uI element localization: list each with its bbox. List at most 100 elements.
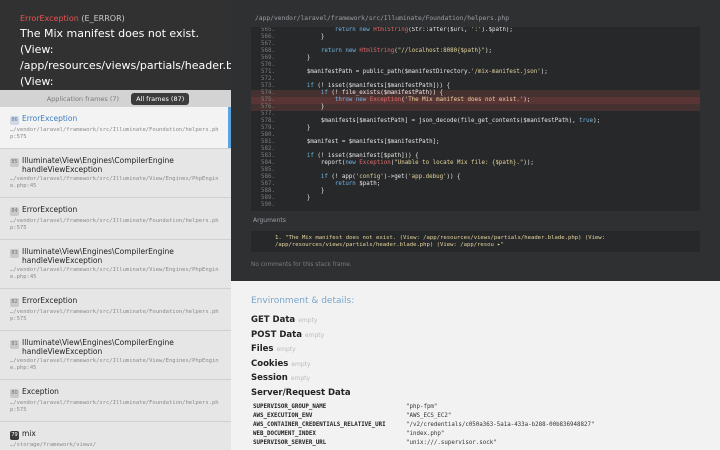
arguments-box: 1. "The Mix manifest does not exist. (Vi… [251, 231, 700, 252]
server-request-table: SUPERVISOR_GROUP_NAME "php-fpm" AWS_EXECUT… [251, 403, 596, 448]
code-line: 576. } [251, 104, 700, 111]
stack-frame[interactable]: 82 ErrorException …/vendor/laravel/framewo… [0, 289, 231, 331]
exception-header: ErrorException (E_ERROR) The Mix manifes… [0, 0, 231, 90]
environment-sections: GET Data empty POST Data empty Files empty Coo… [251, 313, 700, 400]
empty-badge: empty [298, 317, 318, 324]
env-section-name: GET Data [251, 315, 296, 325]
code-line: 578. $manifests[$manifestPath] = json_de… [251, 118, 700, 125]
frame-title-row: 84 ErrorException [10, 205, 223, 216]
frame-index-badge: 84 [10, 207, 19, 216]
stack-frame[interactable]: 84 ErrorException …/vendor/laravel/framewo… [0, 198, 231, 240]
file-path: /app/vendor/laravel/framework/src/Illumi… [255, 15, 510, 22]
code-text: return new HtmlString("//localhost:8080{… [320, 48, 492, 54]
line-number: 583. [261, 153, 275, 159]
server-key: AWS_EXECUTION_ENV [253, 413, 313, 419]
env-section-cookies: Cookies empty [251, 357, 700, 372]
code-line: 589. } [251, 195, 700, 202]
code-text: } [279, 188, 325, 194]
code-text: } [279, 104, 325, 110]
stack-frame[interactable]: 79 mix …/storage/framework/views/ [0, 422, 231, 450]
code-line: 587. return $path; [251, 181, 700, 188]
frame-class: Illuminate\View\Engines\CompilerEngine h… [22, 338, 174, 356]
code-line: 585. [251, 167, 700, 174]
frame-file: …/vendor/laravel/framework/src/Illuminat… [10, 358, 219, 371]
env-section-files: Files empty [251, 342, 700, 357]
line-number: 577. [261, 111, 275, 117]
code-text: } [279, 195, 311, 201]
code-text: return $path; [334, 181, 381, 187]
code-text: $manifests[$manifestPath] = json_decode(… [279, 118, 601, 124]
server-key: SUPERVISOR_SERVER_URL [253, 440, 327, 446]
tab-all-frames[interactable]: All frames (87) [131, 92, 190, 105]
line-number: 581. [261, 139, 275, 145]
stack-frame[interactable]: 85 Illuminate\View\Engines\CompilerEngine… [0, 149, 231, 198]
code-line: 575. throw new Exception('The Mix manife… [251, 97, 700, 104]
code-line: 577. [251, 111, 700, 118]
frame-file: …/vendor/laravel/framework/src/Illuminat… [10, 218, 219, 231]
server-value: "/v2/credentials/c050a363-5a1a-433a-b288… [406, 422, 595, 428]
exception-message: The Mix manifest does not exist. (View: … [20, 27, 231, 88]
details-panel: /app/vendor/laravel/framework/src/Illumi… [231, 0, 720, 450]
stack-frame[interactable]: 81 Illuminate\View\Engines\CompilerEngine… [0, 331, 231, 380]
code-text: if (! isset($manifest[$path])) { [306, 153, 419, 159]
env-section-get-data: GET Data empty [251, 313, 700, 328]
env-section-name: Cookies [251, 358, 289, 369]
frame-class: ErrorException [22, 296, 78, 305]
code-line: 568. return new HtmlString("//localhost:… [251, 48, 700, 55]
exception-level: (E_ERROR) [81, 14, 125, 23]
code-line: 565. return new HtmlString(Str::after($u… [251, 27, 700, 34]
code-text: if (! isset($manifests[$manifestPath])) … [306, 83, 451, 89]
exception-type-line: ErrorException (E_ERROR) [20, 14, 211, 23]
frame-class: Illuminate\View\Engines\CompilerEngine h… [22, 247, 174, 265]
server-value: "unix:///.supervisor.sock" [406, 440, 497, 446]
code-line: 588. } [251, 188, 700, 195]
line-number: 580. [261, 132, 275, 138]
frame-title-row: 79 mix [10, 429, 223, 440]
frame-index-badge: 82 [10, 298, 19, 307]
code-text: $manifest = $manifests[$manifestPath]; [279, 139, 440, 145]
frame-index-badge: 81 [10, 340, 19, 349]
code-line: 567. [251, 41, 700, 48]
env-section-name: POST Data [251, 329, 302, 340]
frame-index-badge: 85 [10, 158, 19, 167]
line-number: 571. [261, 69, 275, 75]
frame-filter-tabs: Application frames (7) All frames (87) [0, 90, 231, 107]
code-line: 569. } [251, 55, 700, 62]
frame-class: Illuminate\View\Engines\CompilerEngine h… [22, 156, 174, 174]
frame-title-row: 85 Illuminate\View\Engines\CompilerEngine… [10, 156, 223, 174]
line-number: 572. [261, 76, 275, 82]
stack-frame[interactable]: 83 Illuminate\View\Engines\CompilerEngine… [0, 240, 231, 289]
code-text: } [279, 34, 325, 40]
server-row: WEB_DOCUMENT_INDEX "index.php" [251, 430, 596, 439]
server-key: AWS_CONTAINER_CREDENTIALS_RELATIVE_URI [253, 422, 386, 428]
code-text: report(new Exception("Unable to locate M… [279, 160, 534, 166]
frame-index-badge: 83 [10, 249, 19, 258]
line-number: 590. [261, 202, 275, 208]
line-number: 569. [261, 55, 275, 61]
code-text: if (! app('config')->get('app.debug')) { [320, 174, 461, 180]
code-text: $manifestPath = public_path($manifestDir… [279, 69, 548, 75]
frame-file: …/vendor/laravel/framework/src/Illuminat… [10, 267, 219, 280]
env-section-name: Session [251, 373, 288, 383]
line-number: 574. [261, 90, 275, 96]
line-number: 587. [261, 181, 275, 187]
code-line: 574. if (! file_exists($manifestPath)) { [251, 90, 700, 97]
frame-file: …/vendor/laravel/framework/src/Illuminat… [10, 309, 219, 322]
line-number: 586. [261, 174, 275, 180]
frame-class: mix [22, 429, 36, 438]
line-number: 588. [261, 188, 275, 194]
line-number: 570. [261, 62, 275, 68]
frame-class: Exception [22, 387, 59, 396]
stack-frame[interactable]: 80 Exception …/vendor/laravel/framework/sr… [0, 380, 231, 422]
server-value: "AWS_ECS_EC2" [406, 413, 452, 419]
stack-frames-panel: ErrorException (E_ERROR) The Mix manifes… [0, 0, 231, 450]
stack-frame[interactable]: 86 ErrorException …/vendor/laravel/framewo… [0, 107, 231, 149]
frame-list: 86 ErrorException …/vendor/laravel/framewo… [0, 107, 231, 450]
frame-title-row: 82 ErrorException [10, 296, 223, 307]
empty-badge: empty [290, 375, 311, 382]
env-section-post-data: POST Data empty [251, 328, 700, 343]
code-line: 586. if (! app('config')->get('app.debug… [251, 174, 700, 181]
line-number: 575. [261, 97, 275, 103]
tab-application-frames[interactable]: Application frames (7) [42, 93, 124, 105]
line-number: 578. [261, 118, 275, 124]
